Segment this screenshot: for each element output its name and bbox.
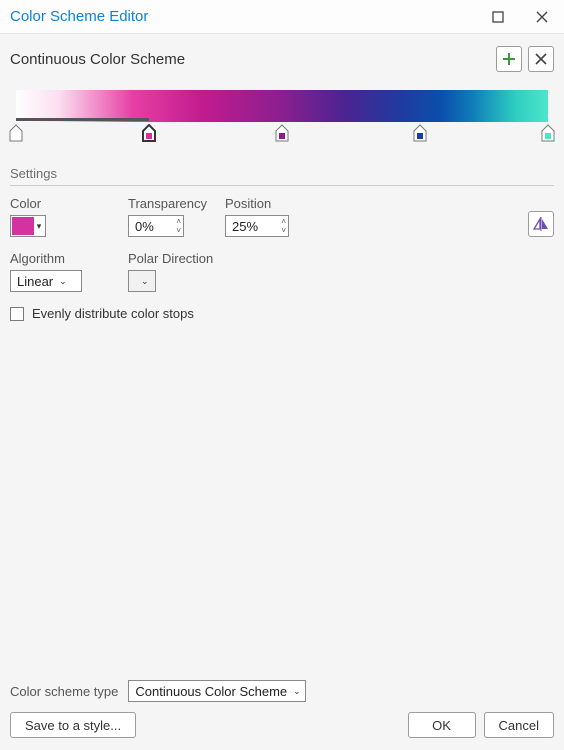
spinner-up[interactable]: ˄ bbox=[176, 217, 181, 226]
page-title: Continuous Color Scheme bbox=[10, 51, 490, 68]
plus-icon bbox=[502, 52, 516, 66]
header-row: Continuous Color Scheme bbox=[10, 46, 554, 72]
settings-row-1: Color ▾ Transparency 0% ˄ ˅ Position 25%… bbox=[10, 196, 554, 237]
color-swatch bbox=[12, 217, 34, 235]
spinner-down[interactable]: ˅ bbox=[281, 226, 286, 235]
evenly-distribute-checkbox[interactable] bbox=[10, 307, 24, 321]
polar-direction-label: Polar Direction bbox=[128, 251, 213, 266]
selection-indicator bbox=[16, 118, 149, 121]
color-field: Color ▾ bbox=[10, 196, 110, 237]
flip-scheme-button[interactable] bbox=[528, 211, 554, 237]
mirror-icon bbox=[533, 217, 549, 231]
window-controls bbox=[476, 0, 564, 34]
close-icon bbox=[536, 11, 548, 23]
color-stop[interactable] bbox=[8, 124, 24, 142]
remove-stop-button[interactable] bbox=[528, 46, 554, 72]
window-title: Color Scheme Editor bbox=[10, 8, 476, 25]
transparency-field: Transparency 0% ˄ ˅ bbox=[128, 196, 207, 237]
cancel-button[interactable]: Cancel bbox=[484, 712, 554, 738]
scheme-type-row: Color scheme type Continuous Color Schem… bbox=[10, 680, 554, 702]
spinner-down[interactable]: ˅ bbox=[176, 226, 181, 235]
spinner-up[interactable]: ˄ bbox=[281, 217, 286, 226]
position-field: Position 25% ˄ ˅ bbox=[225, 196, 289, 237]
dialog-buttons-row: Save to a style... OK Cancel bbox=[10, 712, 554, 738]
settings-row-2: Algorithm Linear ⌄ Polar Direction ⌄ bbox=[10, 251, 554, 292]
algorithm-value: Linear bbox=[17, 274, 53, 289]
color-picker-button[interactable]: ▾ bbox=[10, 215, 46, 237]
square-icon bbox=[492, 11, 504, 23]
chevron-down-icon: ▾ bbox=[34, 221, 44, 232]
spinner-buttons: ˄ ˅ bbox=[281, 217, 286, 235]
gradient-editor bbox=[10, 90, 554, 148]
color-label: Color bbox=[10, 196, 110, 211]
titlebar: Color Scheme Editor bbox=[0, 0, 564, 34]
settings-section-label: Settings bbox=[10, 166, 554, 181]
scheme-type-value: Continuous Color Scheme bbox=[135, 684, 287, 699]
polar-direction-field: Polar Direction ⌄ bbox=[128, 251, 213, 292]
scheme-type-label: Color scheme type bbox=[10, 684, 118, 699]
algorithm-field: Algorithm Linear ⌄ bbox=[10, 251, 110, 292]
chevron-down-icon: ⌄ bbox=[293, 686, 301, 697]
add-stop-button[interactable] bbox=[496, 46, 522, 72]
color-stop[interactable] bbox=[412, 124, 428, 142]
transparency-label: Transparency bbox=[128, 196, 207, 211]
chevron-down-icon: ⌄ bbox=[59, 276, 67, 287]
divider bbox=[10, 185, 554, 186]
save-to-style-button[interactable]: Save to a style... bbox=[10, 712, 136, 738]
color-stop-rail[interactable] bbox=[16, 124, 548, 148]
x-icon bbox=[535, 53, 547, 65]
polar-direction-select[interactable]: ⌄ bbox=[128, 270, 156, 292]
color-stop[interactable] bbox=[141, 124, 157, 142]
scheme-type-select[interactable]: Continuous Color Scheme ⌄ bbox=[128, 680, 305, 702]
position-value: 25% bbox=[232, 219, 281, 234]
position-label: Position bbox=[225, 196, 289, 211]
spinner-buttons: ˄ ˅ bbox=[176, 217, 181, 235]
algorithm-select[interactable]: Linear ⌄ bbox=[10, 270, 82, 292]
transparency-spinner[interactable]: 0% ˄ ˅ bbox=[128, 215, 184, 237]
color-stop[interactable] bbox=[540, 124, 556, 142]
close-button[interactable] bbox=[520, 0, 564, 34]
position-spinner[interactable]: 25% ˄ ˅ bbox=[225, 215, 289, 237]
maximize-button[interactable] bbox=[476, 0, 520, 34]
color-stop[interactable] bbox=[274, 124, 290, 142]
algorithm-label: Algorithm bbox=[10, 251, 110, 266]
evenly-distribute-label: Evenly distribute color stops bbox=[32, 306, 194, 321]
evenly-distribute-row[interactable]: Evenly distribute color stops bbox=[10, 306, 554, 321]
transparency-value: 0% bbox=[135, 219, 176, 234]
chevron-down-icon: ⌄ bbox=[141, 276, 149, 287]
ok-button[interactable]: OK bbox=[408, 712, 476, 738]
